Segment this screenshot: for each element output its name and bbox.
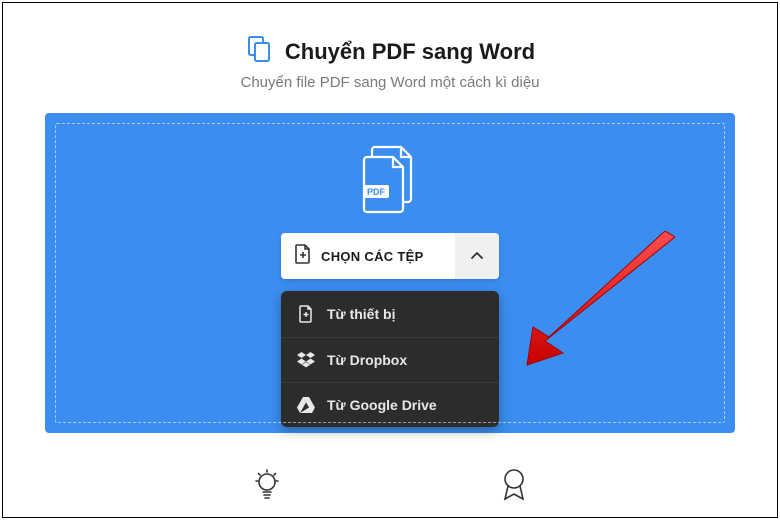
ribbon-icon bbox=[500, 468, 528, 507]
annotation-arrow bbox=[515, 231, 685, 376]
source-option-label: Từ Google Drive bbox=[327, 397, 437, 413]
outer-frame: Chuyển PDF sang Word Chuyển file PDF san… bbox=[2, 2, 778, 518]
pdf-badge-text: PDF bbox=[367, 187, 386, 197]
source-option-google-drive[interactable]: Từ Google Drive bbox=[281, 383, 499, 427]
choose-files-toggle[interactable] bbox=[455, 233, 499, 279]
page-subtitle: Chuyển file PDF sang Word một cách kì di… bbox=[23, 74, 757, 91]
source-option-label: Từ Dropbox bbox=[327, 352, 407, 368]
dropbox-icon bbox=[297, 352, 315, 368]
header: Chuyển PDF sang Word Chuyển file PDF san… bbox=[23, 23, 757, 91]
pdf-stack-icon: PDF bbox=[355, 143, 425, 226]
page-container: Chuyển PDF sang Word Chuyển file PDF san… bbox=[23, 23, 757, 497]
footer-icons bbox=[23, 468, 757, 507]
source-option-label: Từ thiết bị bbox=[327, 306, 395, 322]
source-option-dropbox[interactable]: Từ Dropbox bbox=[281, 338, 499, 383]
upload-dropzone[interactable]: PDF CHỌN CÁC TỆP bbox=[45, 113, 735, 433]
choose-files-button[interactable]: CHỌN CÁC TỆP bbox=[281, 233, 455, 279]
lightbulb-icon bbox=[252, 468, 282, 507]
chevron-up-icon bbox=[471, 247, 483, 265]
source-option-device[interactable]: Từ thiết bị bbox=[281, 291, 499, 338]
choose-files-label: CHỌN CÁC TỆP bbox=[321, 249, 424, 264]
choose-files-button-row: CHỌN CÁC TỆP bbox=[281, 233, 499, 279]
choose-files-group: CHỌN CÁC TỆP bbox=[281, 233, 499, 427]
file-add-icon bbox=[295, 244, 311, 269]
copy-docs-icon bbox=[245, 35, 273, 68]
source-dropdown: Từ thiết bị Từ Dropbox bbox=[281, 291, 499, 427]
page-title: Chuyển PDF sang Word bbox=[285, 39, 535, 65]
google-drive-icon bbox=[297, 397, 315, 413]
device-file-icon bbox=[297, 305, 315, 323]
